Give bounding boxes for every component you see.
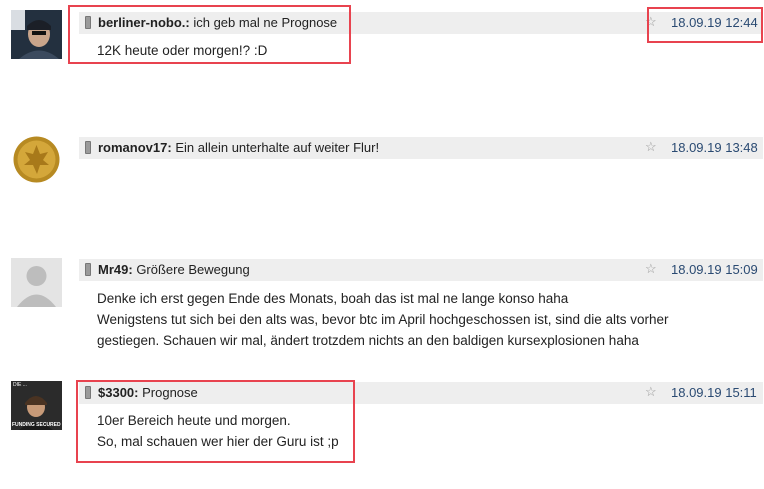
mobile-phone-icon	[85, 141, 91, 154]
post-line: Denke ich erst gegen Ende des Monats, bo…	[97, 291, 569, 306]
avatar-caption: FUNDING SECURED	[12, 422, 61, 428]
avatar-image	[11, 135, 62, 184]
avatar-berliner-nobo[interactable]	[11, 10, 62, 59]
avatar-mr49[interactable]	[11, 258, 62, 307]
star-icon[interactable]: ☆	[645, 139, 657, 155]
post-header: Mr49: Größere Bewegung ☆ 18.09.19 15:09	[79, 259, 763, 281]
highlight-box	[68, 5, 351, 64]
highlight-box	[76, 380, 355, 463]
post-date[interactable]: 18.09.19 13:48	[671, 140, 758, 155]
avatar-top-text: DIE ...	[13, 382, 27, 388]
default-avatar-icon	[11, 258, 62, 307]
highlight-box	[647, 7, 763, 43]
post-date[interactable]: 18.09.19 15:11	[671, 385, 757, 400]
avatar-image	[11, 10, 62, 59]
post-header: romanov17: Ein allein unterhalte auf wei…	[79, 137, 763, 159]
star-icon[interactable]: ☆	[645, 384, 657, 400]
author-name[interactable]: Mr49:	[98, 262, 133, 277]
mobile-phone-icon	[85, 263, 91, 276]
star-icon[interactable]: ☆	[645, 261, 657, 277]
avatar-romanov17[interactable]	[11, 135, 62, 184]
post-subject: Ein allein unterhalte auf weiter Flur!	[175, 140, 380, 155]
post-body: Denke ich erst gegen Ende des Monats, bo…	[97, 288, 669, 351]
post-line: gestiegen. Schauen wir mal, ändert trotz…	[97, 333, 639, 348]
post-date[interactable]: 18.09.19 15:09	[671, 262, 758, 277]
author-name[interactable]: romanov17:	[98, 140, 172, 155]
post-line: Wenigstens tut sich bei den alts was, be…	[97, 312, 669, 327]
post-author-line: Mr49: Größere Bewegung	[98, 262, 250, 277]
post-subject: Größere Bewegung	[136, 262, 250, 277]
post-author-line: romanov17: Ein allein unterhalte auf wei…	[98, 140, 379, 155]
avatar-s3300[interactable]: DIE ... FUNDING SECURED	[11, 381, 62, 430]
